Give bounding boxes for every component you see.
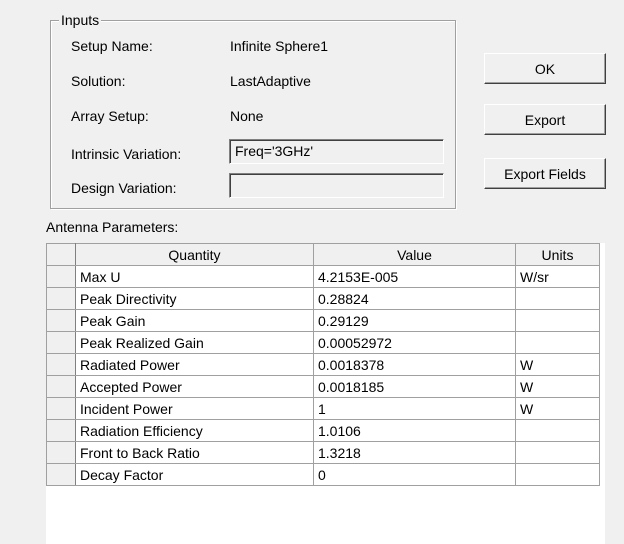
table-row[interactable]: Accepted Power 0.0018185 W bbox=[46, 375, 600, 398]
quantity-cell[interactable]: Max U bbox=[75, 265, 314, 288]
value-cell[interactable]: 0.29129 bbox=[313, 309, 516, 332]
solution-label: Solution: bbox=[71, 73, 126, 89]
units-cell[interactable]: W bbox=[515, 375, 600, 398]
intrinsic-variation-field[interactable]: Freq='3GHz' bbox=[229, 139, 444, 164]
design-variation-field[interactable] bbox=[229, 173, 444, 198]
value-cell[interactable]: 0.0018185 bbox=[313, 375, 516, 398]
antenna-parameters-label: Antenna Parameters: bbox=[46, 219, 179, 235]
quantity-cell[interactable]: Decay Factor bbox=[75, 463, 314, 486]
table-row[interactable]: Decay Factor 0 bbox=[46, 463, 600, 486]
units-cell[interactable] bbox=[515, 441, 600, 464]
row-header[interactable] bbox=[46, 397, 76, 420]
quantity-cell[interactable]: Radiated Power bbox=[75, 353, 314, 376]
units-cell[interactable] bbox=[515, 287, 600, 310]
quantity-cell[interactable]: Front to Back Ratio bbox=[75, 441, 314, 464]
quantity-cell[interactable]: Peak Directivity bbox=[75, 287, 314, 310]
table-row[interactable]: Peak Realized Gain 0.00052972 bbox=[46, 331, 600, 354]
antenna-parameters-grid[interactable]: Quantity Value Units Max U 4.2153E-005 W… bbox=[46, 243, 605, 544]
row-header[interactable] bbox=[46, 375, 76, 398]
value-cell[interactable]: 1.3218 bbox=[313, 441, 516, 464]
export-button[interactable]: Export bbox=[484, 104, 606, 135]
table-row[interactable]: Front to Back Ratio 1.3218 bbox=[46, 441, 600, 464]
value-cell[interactable]: 0.0018378 bbox=[313, 353, 516, 376]
table-row[interactable]: Radiated Power 0.0018378 W bbox=[46, 353, 600, 376]
setup-name-label: Setup Name: bbox=[71, 38, 153, 54]
quantity-cell[interactable]: Incident Power bbox=[75, 397, 314, 420]
export-fields-button[interactable]: Export Fields bbox=[484, 158, 606, 189]
corner-cell[interactable] bbox=[46, 243, 76, 266]
row-header[interactable] bbox=[46, 419, 76, 442]
table-row[interactable]: Radiation Efficiency 1.0106 bbox=[46, 419, 600, 442]
table-row[interactable]: Incident Power 1 W bbox=[46, 397, 600, 420]
row-header[interactable] bbox=[46, 309, 76, 332]
quantity-cell[interactable]: Peak Realized Gain bbox=[75, 331, 314, 354]
units-cell[interactable] bbox=[515, 309, 600, 332]
table-header-row: Quantity Value Units bbox=[46, 243, 600, 266]
row-header[interactable] bbox=[46, 265, 76, 288]
quantity-cell[interactable]: Radiation Efficiency bbox=[75, 419, 314, 442]
units-cell[interactable] bbox=[515, 331, 600, 354]
units-cell[interactable]: W bbox=[515, 353, 600, 376]
units-cell[interactable] bbox=[515, 419, 600, 442]
intrinsic-variation-label: Intrinsic Variation: bbox=[71, 146, 182, 162]
value-cell[interactable]: 4.2153E-005 bbox=[313, 265, 516, 288]
design-variation-label: Design Variation: bbox=[71, 180, 177, 196]
units-cell[interactable]: W/sr bbox=[515, 265, 600, 288]
array-setup-value: None bbox=[230, 108, 264, 124]
value-cell[interactable]: 0.00052972 bbox=[313, 331, 516, 354]
solution-value: LastAdaptive bbox=[230, 73, 311, 89]
setup-name-value: Infinite Sphere1 bbox=[230, 38, 329, 54]
row-header[interactable] bbox=[46, 441, 76, 464]
column-header-value[interactable]: Value bbox=[313, 243, 516, 266]
table-row[interactable]: Max U 4.2153E-005 W/sr bbox=[46, 265, 600, 288]
array-setup-label: Array Setup: bbox=[71, 108, 149, 124]
table-row[interactable]: Peak Gain 0.29129 bbox=[46, 309, 600, 332]
value-cell[interactable]: 0.28824 bbox=[313, 287, 516, 310]
ok-button[interactable]: OK bbox=[484, 53, 606, 84]
table-row[interactable]: Peak Directivity 0.28824 bbox=[46, 287, 600, 310]
row-header[interactable] bbox=[46, 287, 76, 310]
units-cell[interactable]: W bbox=[515, 397, 600, 420]
row-header[interactable] bbox=[46, 353, 76, 376]
row-header[interactable] bbox=[46, 463, 76, 486]
quantity-cell[interactable]: Peak Gain bbox=[75, 309, 314, 332]
row-header[interactable] bbox=[46, 331, 76, 354]
value-cell[interactable]: 0 bbox=[313, 463, 516, 486]
antenna-parameters-table: Quantity Value Units Max U 4.2153E-005 W… bbox=[46, 243, 600, 486]
inputs-group-title: Inputs bbox=[59, 12, 102, 28]
value-cell[interactable]: 1.0106 bbox=[313, 419, 516, 442]
column-header-quantity[interactable]: Quantity bbox=[75, 243, 314, 266]
value-cell[interactable]: 1 bbox=[313, 397, 516, 420]
units-cell[interactable] bbox=[515, 463, 600, 486]
quantity-cell[interactable]: Accepted Power bbox=[75, 375, 314, 398]
column-header-units[interactable]: Units bbox=[515, 243, 600, 266]
